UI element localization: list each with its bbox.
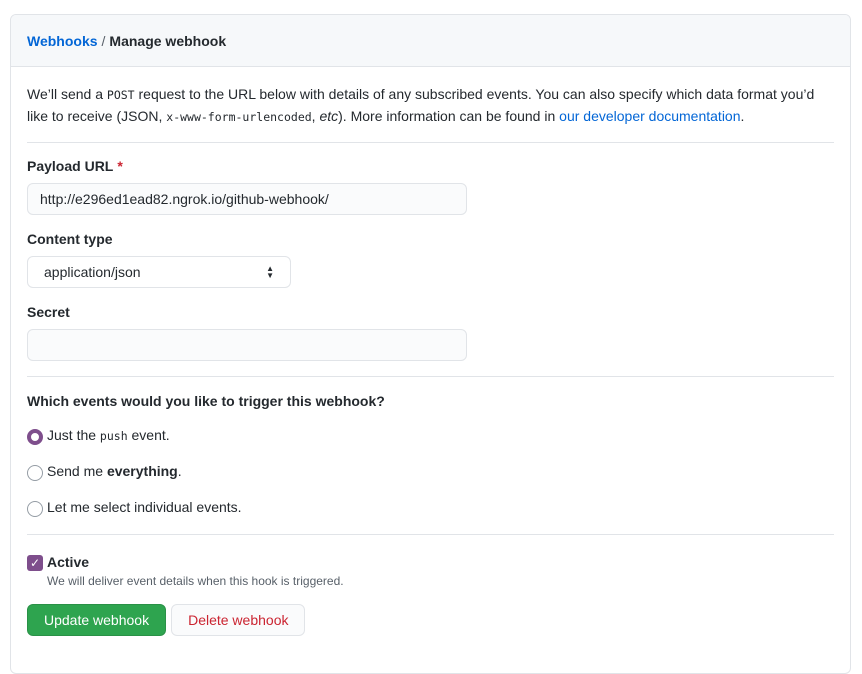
webhook-panel: Webhooks / Manage webhook We’ll send a P… xyxy=(10,14,851,674)
event-option-push-label: Just the push event. xyxy=(47,427,170,443)
delete-webhook-button[interactable]: Delete webhook xyxy=(171,604,306,636)
event-option-push-label-post: event. xyxy=(127,427,170,443)
intro-text-part1: We’ll send a xyxy=(27,86,107,102)
secret-input[interactable] xyxy=(27,329,467,361)
active-label: Active xyxy=(47,554,90,570)
payload-url-input[interactable] xyxy=(27,183,467,215)
chevron-up-down-icon: ▲ ▼ xyxy=(266,264,274,280)
breadcrumb-webhooks-link[interactable]: Webhooks xyxy=(27,33,98,49)
event-option-individual-label: Let me select individual events. xyxy=(47,499,242,515)
push-code: push xyxy=(99,429,128,443)
active-checkbox[interactable]: ✓ xyxy=(27,555,43,571)
page-title: Manage webhook xyxy=(109,32,227,49)
radio-everything[interactable] xyxy=(27,465,43,481)
intro-text: We’ll send a POST request to the URL bel… xyxy=(27,67,834,143)
everything-text: everything xyxy=(106,463,178,479)
active-row: ✓ Active We will deliver event details w… xyxy=(27,553,834,588)
secret-label: Secret xyxy=(27,304,70,320)
post-method-code: POST xyxy=(106,88,135,102)
payload-url-label-text: Payload URL xyxy=(27,158,114,174)
update-webhook-button[interactable]: Update webhook xyxy=(27,604,167,636)
content-type-label: Content type xyxy=(27,231,113,247)
event-option-everything-label: Send me everything. xyxy=(47,463,182,479)
breadcrumb: Webhooks / Manage webhook xyxy=(11,15,850,67)
etc-text: etc xyxy=(319,108,339,124)
event-option-push-label-pre: Just the xyxy=(47,427,100,443)
intro-text-part4: ). More information can be found in xyxy=(338,108,560,124)
events-title: Which events would you like to trigger t… xyxy=(27,393,385,409)
form-actions: Update webhook Delete webhook xyxy=(27,604,834,636)
radio-push[interactable] xyxy=(27,429,43,445)
checkmark-icon: ✓ xyxy=(29,556,41,570)
required-marker: * xyxy=(117,158,123,174)
developer-docs-link[interactable]: our developer documentation xyxy=(559,108,740,124)
event-option-everything-label-pre: Send me xyxy=(47,463,107,479)
radio-individual[interactable] xyxy=(27,501,43,517)
event-option-everything[interactable]: Send me everything. xyxy=(27,461,834,481)
active-note: We will deliver event details when this … xyxy=(47,574,344,588)
form-urlencoded-code: x-www-form-urlencoded xyxy=(166,110,312,124)
content-type-select[interactable]: application/json ▲ ▼ xyxy=(27,256,291,288)
payload-url-label: Payload URL * xyxy=(27,158,834,174)
event-option-individual[interactable]: Let me select individual events. xyxy=(27,497,834,517)
breadcrumb-separator: / xyxy=(101,32,106,49)
intro-text-part5: . xyxy=(740,108,745,124)
event-option-everything-label-post: . xyxy=(177,463,182,479)
content-type-value: application/json xyxy=(44,264,141,280)
event-option-push[interactable]: Just the push event. xyxy=(27,425,834,445)
